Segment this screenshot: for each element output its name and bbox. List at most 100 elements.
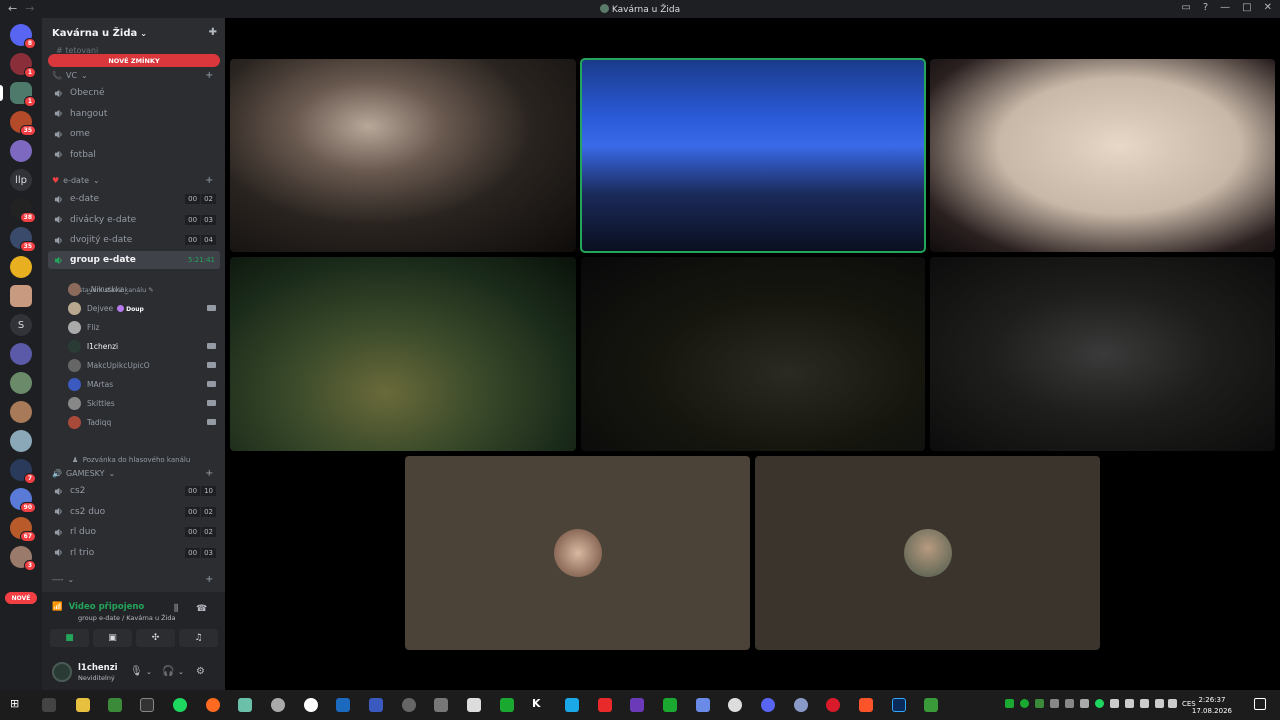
video-tile[interactable]: [930, 257, 1275, 451]
voice-channel[interactable]: e-date 00 02: [48, 190, 220, 208]
app-icon[interactable]: [238, 698, 252, 712]
server-icon[interactable]: 67: [10, 517, 36, 542]
app-icon[interactable]: [369, 698, 383, 712]
spotify-tray-icon[interactable]: [1095, 699, 1104, 708]
voice-channel[interactable]: cs2 duo 00 02: [48, 503, 220, 521]
nvidia-icon[interactable]: [108, 698, 122, 712]
tray-icon[interactable]: [1035, 699, 1044, 708]
voice-status[interactable]: 📶 Video připojeno: [52, 602, 144, 612]
create-channel-icon[interactable]: +: [205, 70, 213, 81]
invite-to-voice[interactable]: ♟ Pozvánka do hlasového kanálu: [72, 456, 190, 464]
server-icon[interactable]: 3: [10, 546, 36, 571]
server-icon[interactable]: 35: [10, 227, 36, 252]
video-tile[interactable]: [581, 257, 925, 451]
soundboard-button[interactable]: ♫: [179, 629, 218, 647]
voice-member[interactable]: Dejvee Doup: [68, 300, 220, 317]
voice-channel[interactable]: dvojitý e-date 00 04: [48, 231, 220, 249]
category-dash[interactable]: ---- ⌄ +: [52, 574, 213, 585]
screen-share-button[interactable]: ▣: [93, 629, 132, 647]
app-icon[interactable]: [663, 698, 677, 712]
discord-icon[interactable]: [761, 698, 775, 712]
terminal-icon[interactable]: [140, 698, 154, 712]
voice-member[interactable]: l1chenzi: [68, 338, 220, 355]
noise-suppression-icon[interactable]: ⫼: [174, 604, 178, 614]
windows-start-icon[interactable]: ⊞: [10, 697, 24, 711]
headphones-icon[interactable]: 🎧: [162, 666, 174, 677]
channel-group-edate[interactable]: group e-date 5:21:41: [48, 251, 220, 269]
voice-channel[interactable]: Obecné: [48, 84, 220, 102]
username[interactable]: l1chenzi: [78, 663, 118, 673]
voice-channel[interactable]: ome: [48, 125, 220, 143]
tray-icon[interactable]: [1065, 699, 1074, 708]
app-icon[interactable]: [696, 698, 710, 712]
help-icon[interactable]: ?: [1203, 2, 1208, 13]
category-gamesky[interactable]: 🔊 GAMESKY ⌄ +: [52, 468, 213, 479]
settings-gear-icon[interactable]: ⚙: [196, 666, 205, 677]
voice-member[interactable]: Skittles: [68, 395, 220, 412]
video-tile-speaking[interactable]: [580, 58, 926, 253]
avatar[interactable]: [52, 662, 72, 682]
maximize-button[interactable]: □: [1242, 2, 1251, 13]
camera-off-tile[interactable]: [405, 456, 750, 650]
clock-app-icon[interactable]: [304, 698, 318, 712]
voice-channel[interactable]: fotbal: [48, 146, 220, 164]
server-icon[interactable]: 1: [10, 53, 36, 78]
voice-channel[interactable]: rl trio 00 03: [48, 544, 220, 562]
category-edate[interactable]: ♥ e-date ⌄ +: [52, 175, 213, 186]
shield-icon[interactable]: [42, 698, 56, 712]
server-icon[interactable]: [10, 343, 32, 365]
calculator-icon[interactable]: [434, 698, 448, 712]
server-icon[interactable]: [10, 256, 32, 278]
discord-home-icon[interactable]: 8: [10, 24, 36, 49]
server-icon[interactable]: [10, 140, 32, 162]
voice-member[interactable]: MakcUpikcUpicO: [68, 357, 220, 374]
voice-member[interactable]: MArtas: [68, 376, 220, 393]
server-icon[interactable]: 90: [10, 488, 36, 513]
server-header[interactable]: Kavárna u Žida ⌄ ✚: [42, 18, 225, 48]
server-icon[interactable]: [10, 372, 32, 394]
kick-icon[interactable]: K: [532, 697, 546, 711]
app-icon[interactable]: [630, 698, 644, 712]
voice-member[interactable]: Fliz: [68, 319, 220, 336]
steam-icon[interactable]: [336, 698, 350, 712]
tray-icon[interactable]: [1140, 699, 1149, 708]
server-icon-s[interactable]: S: [10, 314, 32, 336]
activities-button[interactable]: ✣: [136, 629, 175, 647]
video-tile[interactable]: [230, 59, 576, 252]
app-icon[interactable]: [565, 698, 579, 712]
server-icon[interactable]: [10, 430, 32, 452]
server-icon-llp[interactable]: llp: [10, 169, 32, 191]
tray-icon[interactable]: [1050, 699, 1059, 708]
close-button[interactable]: ✕: [1264, 2, 1272, 13]
video-tile[interactable]: [930, 59, 1275, 252]
file-explorer-icon[interactable]: [76, 698, 90, 712]
add-member-icon[interactable]: ✚: [209, 27, 217, 38]
tray-icon[interactable]: [1080, 699, 1089, 708]
microphone-icon[interactable]: 🎙: [130, 666, 143, 677]
app-icon[interactable]: [728, 698, 742, 712]
clock[interactable]: 2:26:37 17.08.2026: [1192, 695, 1232, 717]
app-icon[interactable]: [924, 698, 938, 712]
create-channel-icon[interactable]: +: [205, 468, 213, 479]
server-icon[interactable]: 7: [10, 459, 36, 484]
create-channel-icon[interactable]: +: [205, 175, 213, 186]
camera-button[interactable]: ■: [50, 629, 89, 647]
create-channel-icon[interactable]: +: [205, 574, 213, 585]
server-icon[interactable]: 38: [10, 198, 36, 223]
firefox-icon[interactable]: [206, 698, 220, 712]
voice-member[interactable]: Tadiqq: [68, 414, 220, 431]
app-icon[interactable]: [598, 698, 612, 712]
voice-channel[interactable]: cs2 00 10: [48, 482, 220, 500]
tray-icon[interactable]: [1125, 699, 1134, 708]
video-tile[interactable]: [230, 257, 576, 451]
tray-icon[interactable]: [1020, 699, 1029, 708]
minimize-button[interactable]: —: [1220, 2, 1230, 13]
spotify-icon[interactable]: [173, 698, 187, 712]
app-icon[interactable]: [271, 698, 285, 712]
tray-icon[interactable]: [1005, 699, 1014, 708]
app-icon[interactable]: [794, 698, 808, 712]
server-icon[interactable]: 35: [10, 111, 36, 136]
opera-icon[interactable]: [826, 698, 840, 712]
chevron-down-icon[interactable]: ⌄: [146, 668, 152, 676]
notification-icon[interactable]: [1254, 698, 1266, 710]
